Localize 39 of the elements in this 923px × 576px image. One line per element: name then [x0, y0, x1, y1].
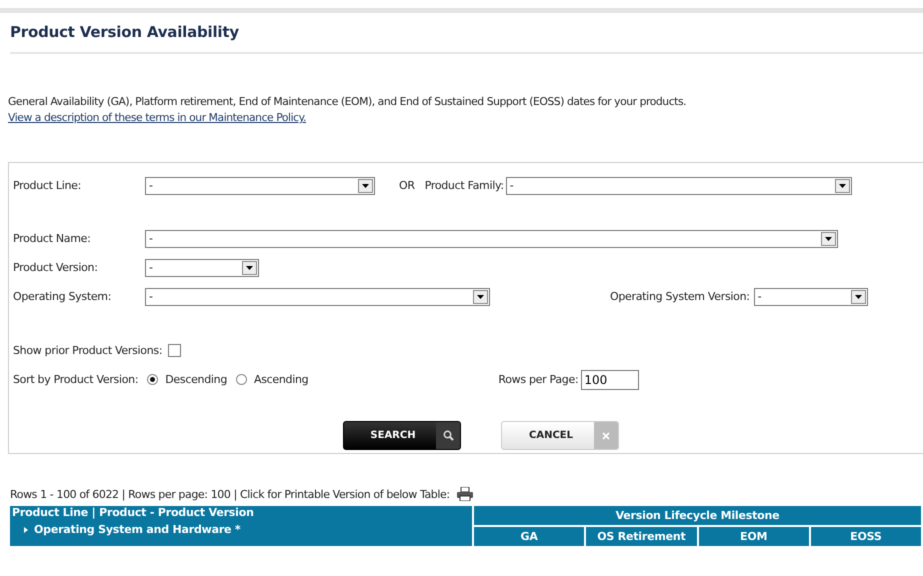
dropdown[interactable]: -	[145, 176, 375, 194]
close-icon	[602, 432, 610, 440]
column-heading: GA	[474, 527, 584, 548]
dropdown[interactable]: -	[145, 258, 259, 276]
search-button[interactable]: SEARCH	[343, 421, 461, 450]
sort-label: Sort by Product Version:	[13, 373, 138, 386]
dropdown[interactable]: -	[145, 288, 490, 306]
printer-icon[interactable]	[456, 487, 474, 501]
field-label: Operating System Version:	[610, 290, 750, 303]
radio-button[interactable]	[147, 374, 158, 385]
checkbox[interactable]	[168, 344, 182, 357]
maintenance-policy-link[interactable]: View a description of these terms in our Maintenance Policy.	[8, 111, 306, 124]
column-heading: Product Line | Product - Product Version	[12, 506, 255, 519]
bullet-icon	[24, 526, 28, 532]
field-label: Product Line:	[13, 179, 82, 192]
description-text: General Availability (GA), Platform retirement, End of Maintenance (EOM), and End of Sustained Support (EOSS) dates for your products.	[8, 95, 688, 108]
checkbox-label: Show prior Product Versions:	[13, 344, 162, 357]
cancel-button[interactable]: CANCEL	[501, 421, 619, 450]
field-label: Product Version:	[13, 261, 99, 274]
status-text: Rows 1 - 100 of 6022 | Rows per page: 100 | Click for Printable Version of below Table:	[10, 488, 450, 500]
page-title: Product Version Availability	[10, 13, 923, 54]
field-label: Product Name:	[13, 232, 92, 245]
radio-button[interactable]	[236, 374, 248, 385]
dropdown[interactable]: -	[754, 288, 868, 306]
dropdown[interactable]: -	[145, 230, 838, 248]
column-heading: OS Retirement	[586, 527, 696, 548]
column-heading: EOM	[698, 527, 809, 548]
dropdown[interactable]: -	[506, 176, 852, 194]
radio-label: Ascending	[254, 373, 308, 386]
rows-per-page-field[interactable]: 100	[581, 370, 640, 390]
column-heading: EOSS	[810, 527, 921, 548]
field-label: Product Family:	[424, 179, 504, 192]
radio-label: Descending	[165, 373, 228, 386]
or-label: OR	[399, 179, 415, 192]
field-label: Rows per Page:	[498, 373, 578, 386]
field-label: Operating System:	[13, 290, 112, 303]
search-icon	[442, 430, 454, 441]
column-subheading: Operating System and Hardware *	[34, 523, 240, 536]
column-group-heading: Version Lifecycle Milestone	[474, 506, 921, 527]
